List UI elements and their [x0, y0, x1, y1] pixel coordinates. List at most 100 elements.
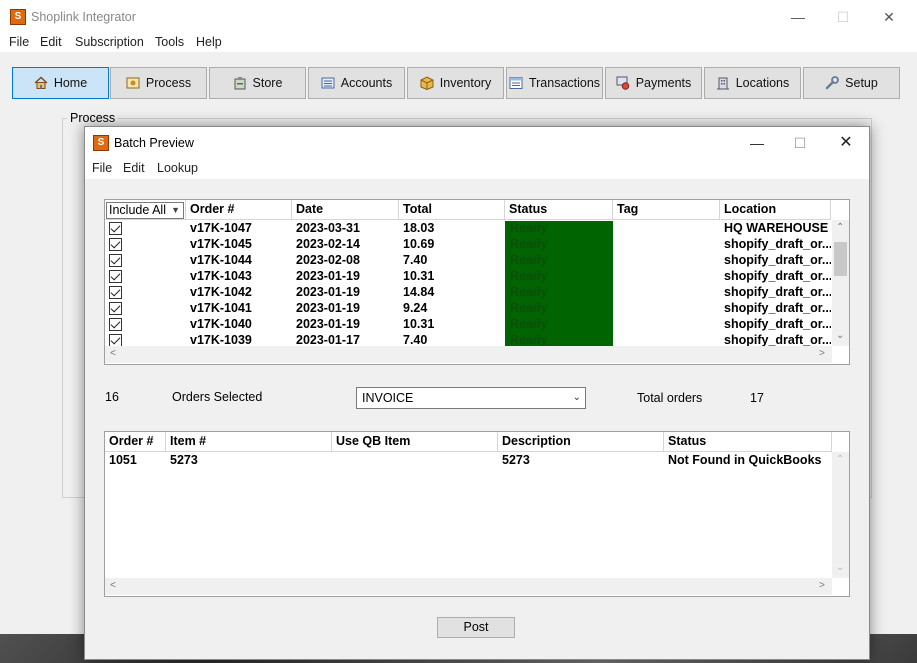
menu-help[interactable]: Help [196, 35, 222, 49]
inventory-icon [420, 76, 434, 91]
order-tag-cell [613, 253, 720, 269]
col-date[interactable]: Date [292, 200, 399, 220]
col-tag[interactable]: Tag [613, 200, 720, 220]
col-total[interactable]: Total [399, 200, 505, 220]
tab-payments-label: Payments [635, 76, 692, 90]
tab-locations[interactable]: Locations [704, 67, 801, 99]
col-use-qb-item[interactable]: Use QB Item [332, 432, 498, 452]
process-group-label: Process [67, 111, 119, 125]
table-row[interactable]: 1051 5273 5273 Not Found in QuickBooks [105, 453, 849, 469]
table-row[interactable]: v17K-1040 2023-01-19 10.31 Ready shopify_dra… [105, 317, 849, 333]
order-date-cell: 2023-01-19 [296, 301, 360, 315]
tab-store[interactable]: Store [209, 67, 306, 99]
orders-selected-count: 16 [105, 390, 119, 404]
col-item-order-number[interactable]: Order # [105, 432, 166, 452]
tab-inventory[interactable]: Inventory [407, 67, 504, 99]
order-location-cell: HQ WAREHOUSE [724, 221, 829, 235]
total-orders-label: Total orders [637, 391, 703, 405]
scroll-left-icon[interactable]: < [110, 348, 116, 359]
scroll-up-icon[interactable]: ⌃ [836, 454, 844, 465]
include-all-dropdown[interactable]: Include All ▼ [106, 202, 184, 219]
order-tag-cell [613, 301, 720, 317]
dialog-maximize-icon[interactable]: ☐ [786, 133, 814, 153]
menu-subscription[interactable]: Subscription [75, 35, 144, 49]
orders-scroll-thumb[interactable] [834, 242, 847, 276]
tab-payments[interactable]: Payments [605, 67, 702, 99]
order-number-cell: v17K-1045 [190, 237, 252, 251]
table-row[interactable]: v17K-1044 2023-02-08 7.40 Ready shopify_draf… [105, 253, 849, 269]
orders-vertical-scrollbar[interactable]: ⌃ ⌄ [832, 220, 849, 346]
maximize-icon[interactable]: ☐ [829, 7, 857, 27]
include-all-cell: Include All ▼ [105, 200, 186, 220]
dialog-close-icon[interactable]: ✕ [832, 133, 860, 153]
tab-setup[interactable]: Setup [803, 67, 900, 99]
main-window-title: Shoplink Integrator [31, 10, 136, 24]
order-tag-cell [613, 317, 720, 333]
items-horizontal-scrollbar[interactable]: < > [105, 578, 832, 595]
include-checkbox[interactable] [109, 302, 122, 315]
tab-inventory-label: Inventory [439, 76, 492, 90]
item-order-cell: 1051 [109, 453, 137, 467]
order-date-cell: 2023-01-19 [296, 269, 360, 283]
tab-transactions[interactable]: Transactions [506, 67, 603, 99]
dialog-menu-edit[interactable]: Edit [123, 161, 145, 175]
scroll-right-icon[interactable]: > [819, 348, 825, 359]
include-checkbox[interactable] [109, 286, 122, 299]
order-date-cell: 2023-01-19 [296, 285, 360, 299]
transaction-type-select[interactable]: INVOICE ⌄ [356, 387, 586, 409]
col-location[interactable]: Location [720, 200, 831, 220]
scroll-down-icon[interactable]: ⌄ [836, 330, 844, 341]
order-location-cell: shopify_draft_or... [724, 317, 831, 331]
order-location-cell: shopify_draft_or... [724, 269, 831, 283]
order-status-cell: Ready [505, 253, 613, 269]
col-item-status[interactable]: Status [664, 432, 832, 452]
include-all-label: Include All [109, 203, 166, 217]
include-checkbox[interactable] [109, 318, 122, 331]
include-checkbox[interactable] [109, 254, 122, 267]
item-qb-cell[interactable] [332, 453, 498, 469]
order-tag-cell [613, 285, 720, 301]
include-checkbox[interactable] [109, 270, 122, 283]
menu-file[interactable]: File [9, 35, 29, 49]
post-button[interactable]: Post [437, 617, 515, 638]
scroll-down-icon[interactable]: ⌄ [836, 562, 844, 573]
dialog-minimize-icon[interactable]: — [743, 133, 771, 153]
table-row[interactable]: v17K-1047 2023-03-31 18.03 Ready HQ WAREHOUS… [105, 221, 849, 237]
table-row[interactable]: v17K-1042 2023-01-19 14.84 Ready shopify_dra… [105, 285, 849, 301]
col-status[interactable]: Status [505, 200, 613, 220]
close-icon[interactable]: ✕ [875, 7, 903, 27]
order-number-cell: v17K-1040 [190, 317, 252, 331]
tab-accounts[interactable]: Accounts [308, 67, 405, 99]
order-status-cell: Ready [505, 221, 613, 237]
include-checkbox[interactable] [109, 222, 122, 235]
orders-selected-label: Orders Selected [172, 390, 263, 404]
scroll-left-icon[interactable]: < [110, 580, 116, 591]
scroll-right-icon[interactable]: > [819, 580, 825, 591]
main-toolbar: Home Process Store Accounts Inventory Tr… [0, 52, 917, 110]
items-grid: Order # Item # Use QB Item Description S… [104, 431, 850, 597]
include-checkbox[interactable] [109, 238, 122, 251]
scroll-up-icon[interactable]: ⌃ [836, 222, 844, 233]
order-number-cell: v17K-1044 [190, 253, 252, 267]
order-status-cell: Ready [505, 301, 613, 317]
tab-process[interactable]: Process [110, 67, 207, 99]
main-titlebar: S Shoplink Integrator — ☐ ✕ [0, 0, 917, 34]
tab-home[interactable]: Home [12, 67, 109, 99]
order-status-cell: Ready [505, 285, 613, 301]
dialog-menu-lookup[interactable]: Lookup [157, 161, 198, 175]
items-vertical-scrollbar[interactable]: ⌃ ⌄ [832, 452, 849, 578]
table-row[interactable]: v17K-1041 2023-01-19 9.24 Ready shopify_draf… [105, 301, 849, 317]
table-row[interactable]: v17K-1043 2023-01-19 10.31 Ready shopify_dra… [105, 269, 849, 285]
table-row[interactable]: v17K-1045 2023-02-14 10.69 Ready shopify_dra… [105, 237, 849, 253]
menu-edit[interactable]: Edit [40, 35, 62, 49]
batch-preview-dialog: S Batch Preview — ☐ ✕ File Edit Lookup I… [84, 126, 870, 660]
dialog-menu-file[interactable]: File [92, 161, 112, 175]
orders-horizontal-scrollbar[interactable]: < > [105, 346, 832, 363]
minimize-icon[interactable]: — [784, 7, 812, 27]
col-description[interactable]: Description [498, 432, 664, 452]
menu-tools[interactable]: Tools [155, 35, 184, 49]
chevron-down-icon: ▼ [171, 205, 180, 215]
orders-grid-header: Include All ▼ Order # Date Total Status … [105, 200, 849, 220]
col-order-number[interactable]: Order # [186, 200, 292, 220]
col-item-number[interactable]: Item # [166, 432, 332, 452]
